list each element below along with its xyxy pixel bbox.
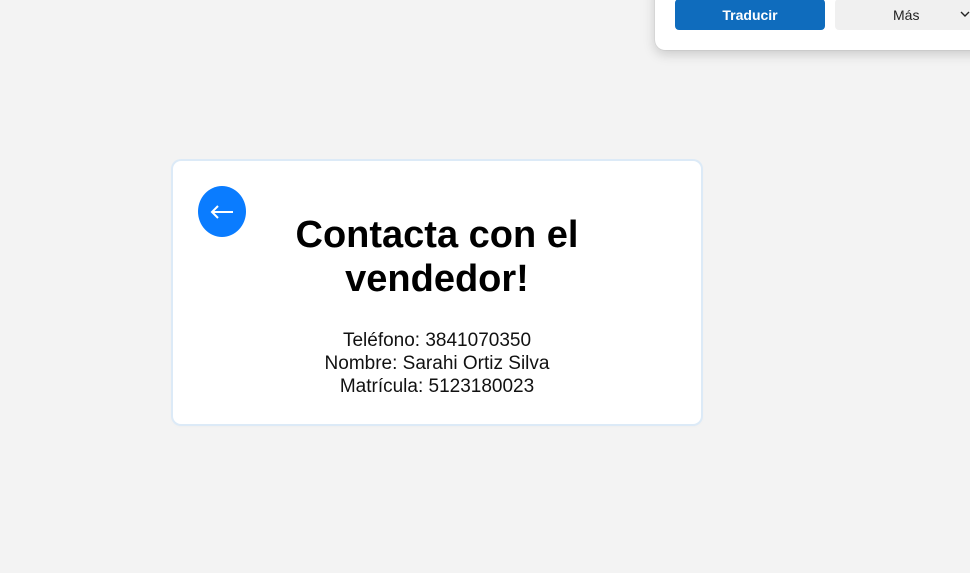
seller-name-text: Nombre: Sarahi Ortiz Silva — [324, 353, 550, 374]
translate-popup: Traducir Más — [655, 0, 970, 50]
seller-contact-card: Contacta con el vendedor! Teléfono: 3841… — [173, 161, 701, 424]
page: Traducir Más Contacta con el vendedor! T… — [0, 0, 970, 573]
chevron-down-icon — [960, 11, 970, 17]
license-number-text: Matrícula: 5123180023 — [339, 376, 535, 397]
translate-button[interactable]: Traducir — [675, 0, 825, 30]
arrow-left-icon — [210, 204, 233, 219]
phone-text: Teléfono: 3841070350 — [342, 330, 532, 351]
page-title: Contacta con el vendedor! — [295, 214, 579, 300]
more-dropdown-button[interactable]: Más — [835, 0, 970, 30]
seller-info: Teléfono: 3841070350 Nombre: Sarahi Orti… — [173, 329, 701, 398]
more-label: Más — [893, 6, 920, 23]
